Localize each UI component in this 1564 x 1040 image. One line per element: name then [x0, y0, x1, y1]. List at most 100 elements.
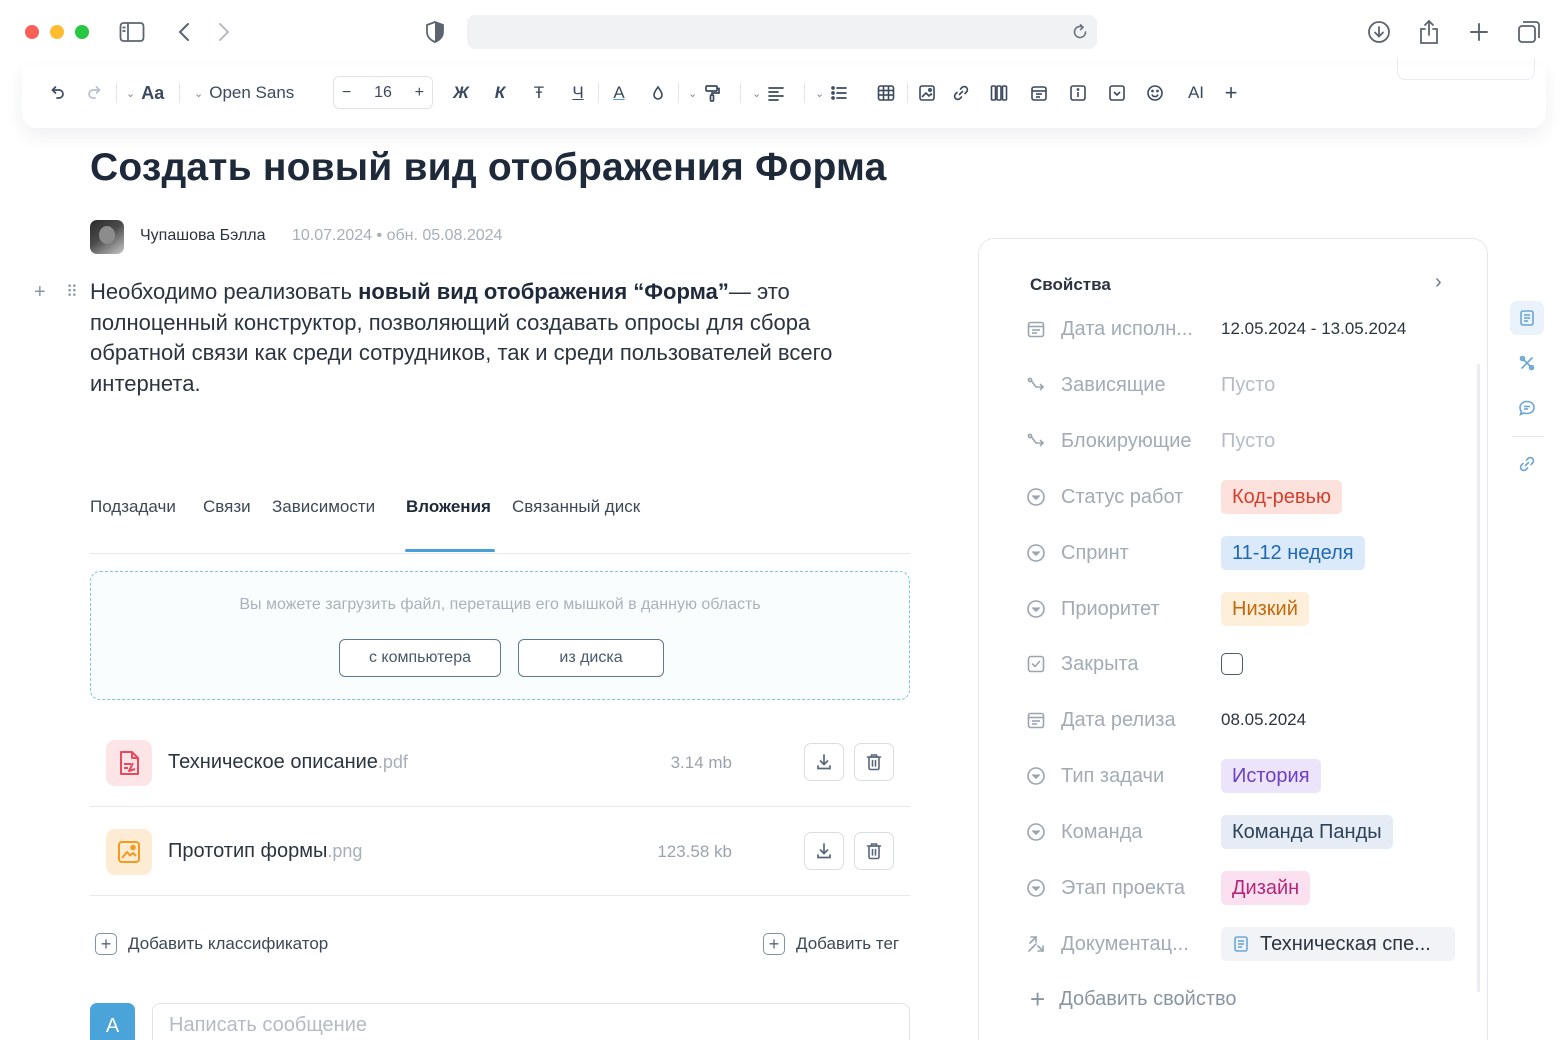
download-file-button[interactable] [804, 743, 844, 781]
ai-button[interactable]: AI [1184, 80, 1208, 106]
sidebar-icon[interactable] [118, 18, 146, 46]
status-badge[interactable]: Команда Панды [1221, 815, 1393, 849]
columns-icon[interactable] [988, 80, 1010, 106]
minimize-window-button[interactable] [50, 25, 64, 39]
property-value[interactable]: 08.05.2024 [1221, 703, 1306, 737]
file-dropzone[interactable]: Вы можете загрузить файл, перетащив его … [90, 571, 910, 700]
upload-from-computer-button[interactable]: с компьютера [339, 639, 501, 677]
tab-subtasks[interactable]: Подзадачи [90, 497, 176, 517]
align-dropdown[interactable]: ⌄ [752, 80, 785, 106]
bold-button[interactable]: Ж [451, 80, 471, 106]
add-block-icon[interactable]: + [34, 281, 46, 304]
property-row[interactable]: Спринт 11-12 неделя [1025, 536, 1465, 570]
underline-button[interactable]: Ч [568, 80, 588, 106]
closed-checkbox[interactable] [1221, 647, 1243, 681]
property-value[interactable]: Команда Панды [1221, 815, 1393, 849]
tabs-overview-icon[interactable] [1515, 18, 1543, 46]
property-value[interactable]: Низкий [1221, 592, 1309, 626]
message-input[interactable]: Написать сообщение [152, 1003, 910, 1040]
reload-icon[interactable] [1071, 23, 1089, 41]
font-style-dropdown[interactable]: ⌄ Aa [126, 80, 164, 106]
comments-icon[interactable] [1510, 391, 1544, 425]
property-row[interactable]: Приоритет Низкий [1025, 592, 1465, 626]
attachment-name[interactable]: Прототип формы.png [168, 840, 362, 863]
more-tools-button[interactable]: + [1222, 80, 1240, 106]
property-row[interactable]: Тип задачи История [1025, 759, 1465, 793]
shield-icon[interactable] [421, 18, 449, 46]
tab-dependencies[interactable]: Зависимости [272, 497, 375, 517]
status-badge[interactable]: Низкий [1221, 592, 1309, 626]
italic-button[interactable]: К [490, 80, 510, 106]
increase-size-button[interactable]: + [415, 84, 424, 102]
property-row[interactable]: Закрыта [1025, 647, 1465, 681]
strikethrough-button[interactable]: Ŧ [529, 80, 549, 106]
text-color-button[interactable]: A [609, 80, 629, 106]
zoom-window-button[interactable] [75, 25, 89, 39]
property-value[interactable]: Пусто [1221, 368, 1275, 402]
format-painter-dropdown[interactable]: ⌄ [688, 80, 721, 106]
status-badge[interactable]: Дизайн [1221, 871, 1311, 905]
emoji-icon[interactable] [1144, 80, 1166, 106]
link-icon[interactable] [950, 80, 972, 106]
status-badge[interactable]: 11-12 неделя [1221, 536, 1365, 570]
share-icon[interactable] [1415, 18, 1443, 46]
address-bar[interactable] [467, 15, 1097, 49]
delete-file-button[interactable] [854, 832, 894, 870]
attachment-row[interactable]: Прототип формы.png 123.58 kb [90, 807, 910, 896]
linked-document[interactable]: Техническая спе... [1221, 927, 1455, 961]
user-avatar[interactable]: A [90, 1003, 135, 1040]
calendar-icon[interactable] [1028, 80, 1050, 106]
tools-icon[interactable] [1510, 346, 1544, 380]
list-dropdown[interactable]: ⌄ [815, 80, 848, 106]
property-value[interactable]: История [1221, 759, 1321, 793]
property-row[interactable]: Дата исполн... 12.05.2024 - 13.05.2024 [1025, 312, 1465, 346]
upload-from-disk-button[interactable]: из диска [518, 639, 664, 677]
property-row[interactable]: Дата релиза 08.05.2024 [1025, 703, 1465, 737]
add-tag-button[interactable]: + Добавить тег [763, 933, 899, 955]
dropdown-block-icon[interactable] [1106, 80, 1128, 106]
tab-linked-disk[interactable]: Связанный диск [512, 497, 640, 517]
decrease-size-button[interactable]: − [342, 84, 351, 102]
properties-scrollbar[interactable] [1477, 364, 1480, 992]
add-classifier-button[interactable]: + Добавить классификатор [95, 933, 328, 955]
tab-attachments[interactable]: Вложения [406, 497, 491, 517]
download-icon[interactable] [1365, 18, 1393, 46]
chevron-right-icon[interactable]: › [1435, 271, 1442, 294]
new-tab-icon[interactable] [1465, 18, 1493, 46]
add-property-button[interactable]: + Добавить свойство [1030, 986, 1237, 1012]
attachment-row[interactable]: Техническое описание.pdf 3.14 mb [90, 718, 910, 807]
status-badge[interactable]: Код-ревью [1221, 480, 1342, 514]
font-size-stepper[interactable]: − 16 + [333, 76, 433, 109]
property-row[interactable]: Статус работ Код-ревью [1025, 480, 1465, 514]
font-family-dropdown[interactable]: ⌄ Open Sans [194, 80, 294, 106]
checkbox[interactable] [1221, 653, 1243, 675]
property-row[interactable]: Блокирующие Пусто [1025, 424, 1465, 458]
drag-handle-icon[interactable]: ⠿ [66, 282, 78, 302]
forward-icon[interactable] [210, 18, 238, 46]
property-value[interactable]: 12.05.2024 - 13.05.2024 [1221, 312, 1406, 346]
redo-icon[interactable] [84, 80, 106, 106]
author-avatar[interactable] [90, 220, 124, 254]
document-panel-icon[interactable] [1510, 301, 1544, 335]
download-file-button[interactable] [804, 832, 844, 870]
property-value[interactable]: Дизайн [1221, 871, 1311, 905]
property-row[interactable]: Документац... Техническая спе... [1025, 927, 1465, 961]
property-row[interactable]: Этап проекта Дизайн [1025, 871, 1465, 905]
property-row[interactable]: Команда Команда Панды [1025, 815, 1465, 849]
info-block-icon[interactable] [1067, 80, 1089, 106]
close-window-button[interactable] [25, 25, 39, 39]
table-icon[interactable] [875, 80, 897, 106]
property-value[interactable]: Пусто [1221, 424, 1275, 458]
image-icon[interactable] [916, 80, 938, 106]
link-icon[interactable] [1510, 447, 1544, 481]
status-badge[interactable]: История [1221, 759, 1321, 793]
property-row[interactable]: Зависящие Пусто [1025, 368, 1465, 402]
task-description[interactable]: Необходимо реализовать новый вид отображ… [90, 277, 910, 399]
author-name[interactable]: Чупашова Бэлла [140, 227, 266, 245]
property-value[interactable]: 11-12 неделя [1221, 536, 1365, 570]
page-title[interactable]: Создать новый вид отображения Форма [90, 146, 886, 190]
property-value[interactable]: Код-ревью [1221, 480, 1342, 514]
undo-icon[interactable] [46, 80, 68, 106]
tab-links[interactable]: Связи [203, 497, 251, 517]
delete-file-button[interactable] [854, 743, 894, 781]
